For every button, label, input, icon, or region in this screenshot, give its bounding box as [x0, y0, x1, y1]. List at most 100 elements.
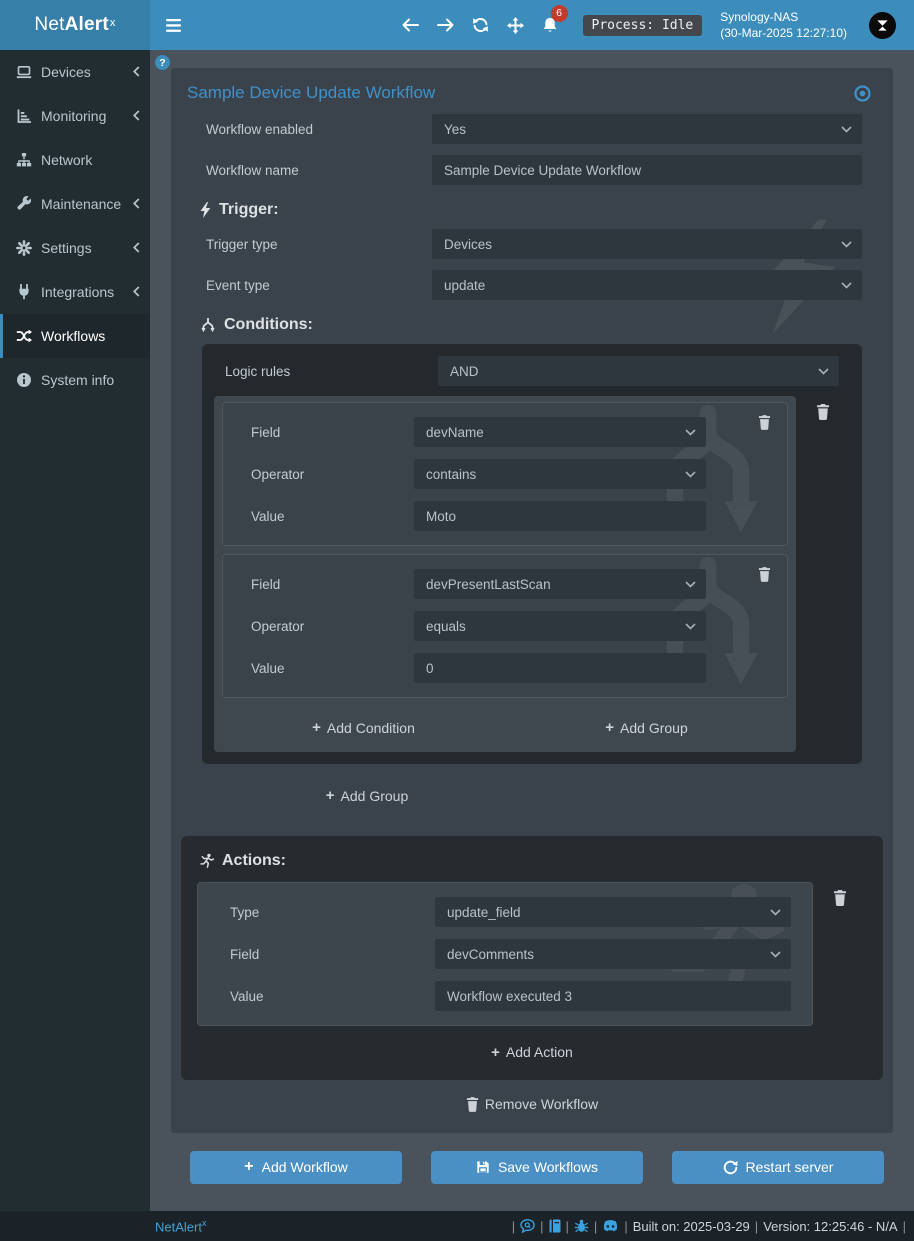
action-field-row: Field devComments — [210, 939, 800, 969]
discord-icon[interactable] — [602, 1220, 619, 1233]
select-value: Devices — [444, 237, 492, 252]
app-logo[interactable]: NetAlertx — [0, 0, 150, 50]
move-icon — [507, 17, 524, 34]
sidebar-item-settings[interactable]: Settings — [0, 226, 150, 270]
add-group-button[interactable]: +Add Group — [605, 719, 687, 736]
add-action-button[interactable]: +Add Action — [491, 1044, 573, 1061]
sidebar-item-label: Integrations — [41, 284, 114, 300]
action-row: Type update_field Field devComments — [197, 882, 813, 1026]
workflow-enabled-label: Workflow enabled — [187, 122, 432, 137]
refresh-button[interactable] — [472, 17, 489, 34]
input-value: 0 — [426, 661, 434, 676]
info-icon — [16, 372, 32, 388]
network-icon — [16, 152, 32, 168]
actions-section: Actions: Type update_field Field — [181, 836, 883, 1080]
restart-server-button[interactable]: Restart server — [672, 1151, 884, 1184]
sidebar: Devices Monitoring Network Maintenance S… — [0, 50, 150, 1211]
sidebar-item-workflows[interactable]: Workflows — [0, 314, 150, 358]
trigger-type-select[interactable]: Devices — [432, 229, 862, 259]
gear-icon — [16, 240, 32, 256]
chevron-left-icon — [133, 108, 140, 124]
forward-button[interactable] — [437, 17, 454, 34]
action-value-label: Value — [210, 989, 435, 1004]
plus-icon: + — [326, 787, 335, 804]
brand-net: Net — [34, 14, 64, 36]
actions-heading: Actions: — [197, 852, 867, 870]
select-value: devName — [426, 425, 484, 440]
delete-condition-icon[interactable] — [758, 567, 771, 582]
condition-field-select[interactable]: devName — [414, 417, 706, 447]
save-workflows-button[interactable]: Save Workflows — [431, 1151, 643, 1184]
event-type-row: Event type update — [187, 270, 877, 300]
condition-value-input[interactable]: 0 — [414, 653, 706, 683]
plus-icon: + — [605, 719, 614, 736]
workflow-title: Sample Device Update Workflow — [187, 83, 435, 103]
operator-label: Operator — [235, 467, 414, 482]
chevron-left-icon — [133, 64, 140, 80]
sidebar-item-label: Network — [41, 152, 92, 168]
sidebar-item-system-info[interactable]: System info — [0, 358, 150, 402]
chevron-down-icon — [685, 471, 696, 478]
condition-field-select[interactable]: devPresentLastScan — [414, 569, 706, 599]
separator: | — [755, 1219, 758, 1234]
group-trash-column — [796, 396, 850, 752]
plus-icon: + — [244, 1158, 253, 1176]
docs-book-icon[interactable] — [549, 1219, 561, 1233]
circle-dot-icon[interactable] — [854, 85, 871, 102]
event-type-label: Event type — [187, 278, 432, 293]
delete-condition-icon[interactable] — [758, 415, 771, 430]
condition-value-input[interactable]: Moto — [414, 501, 706, 531]
sidebar-item-integrations[interactable]: Integrations — [0, 270, 150, 314]
workflow-enabled-select[interactable]: Yes — [432, 114, 862, 144]
content-area: ? Sample Device Update Workflow Workflow… — [150, 50, 914, 1211]
input-value: Moto — [426, 509, 456, 524]
add-condition-button[interactable]: +Add Condition — [312, 719, 415, 736]
action-field-select[interactable]: devComments — [435, 939, 791, 969]
plus-icon: + — [491, 1044, 500, 1061]
condition-operator-select[interactable]: contains — [414, 459, 706, 489]
delete-group-icon[interactable] — [816, 404, 830, 752]
back-button[interactable] — [402, 17, 419, 34]
notifications-button[interactable]: 6 — [542, 17, 559, 34]
bug-report-icon[interactable] — [574, 1219, 589, 1233]
help-icon[interactable]: ? — [155, 55, 170, 70]
trigger-type-label: Trigger type — [187, 237, 432, 252]
condition-subgroup: Field devName Operator contains — [214, 396, 796, 752]
condition-operator-select[interactable]: equals — [414, 611, 706, 641]
select-value: AND — [450, 364, 479, 379]
event-type-select[interactable]: update — [432, 270, 862, 300]
logic-rules-select[interactable]: AND — [438, 356, 839, 386]
add-workflow-button[interactable]: + Add Workflow — [190, 1151, 402, 1184]
workflow-name-label: Workflow name — [187, 163, 432, 178]
delete-action-icon[interactable] — [833, 890, 847, 1026]
chevron-down-icon — [841, 126, 852, 133]
sidebar-item-maintenance[interactable]: Maintenance — [0, 182, 150, 226]
sidebar-item-label: Devices — [41, 64, 91, 80]
chevron-left-icon — [133, 284, 140, 300]
action-type-label: Type — [210, 905, 435, 920]
sidebar-item-network[interactable]: Network — [0, 138, 150, 182]
action-value-input[interactable]: Workflow executed 3 — [435, 981, 791, 1011]
field-label: Field — [235, 425, 414, 440]
user-avatar[interactable] — [869, 12, 896, 39]
sidebar-toggle-button[interactable] — [150, 0, 197, 50]
refresh-icon — [472, 17, 489, 33]
feedback-chat-icon[interactable] — [520, 1219, 535, 1233]
chevron-left-icon — [133, 196, 140, 212]
field-row: Field devName — [235, 417, 775, 447]
remove-workflow-button[interactable]: Remove Workflow — [466, 1096, 598, 1112]
workflow-name-input[interactable]: Sample Device Update Workflow — [432, 155, 862, 185]
trigger-heading: Trigger: — [187, 201, 877, 219]
add-group-button-outer[interactable]: +Add Group — [326, 787, 408, 804]
brand-alert: Alert — [65, 14, 109, 36]
workflow-card: Sample Device Update Workflow Workflow e… — [171, 68, 893, 1133]
action-type-select[interactable]: update_field — [435, 897, 791, 927]
move-button[interactable] — [507, 17, 524, 34]
sidebar-item-devices[interactable]: Devices — [0, 50, 150, 94]
chart-icon — [16, 108, 32, 124]
actions-body: Type update_field Field devComments — [197, 882, 867, 1026]
footer-brand[interactable]: NetAlertx — [155, 1218, 206, 1234]
sidebar-item-monitoring[interactable]: Monitoring — [0, 94, 150, 138]
chevron-left-icon — [133, 240, 140, 256]
device-info: Synology-NAS (30-Mar-2025 12:27:10) — [720, 9, 847, 41]
